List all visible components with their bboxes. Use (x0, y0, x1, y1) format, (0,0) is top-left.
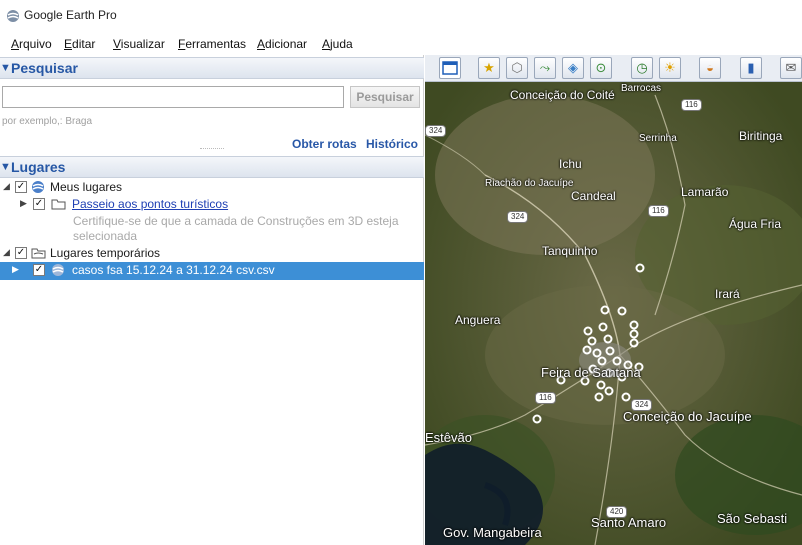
tree-item-label: Meus lugares (50, 180, 123, 194)
map-label-estevao: Estêvão (425, 430, 472, 445)
panel-resize-grip[interactable] (200, 148, 224, 149)
csv-layer-icon (52, 264, 64, 276)
email-button[interactable]: ✉ (780, 57, 802, 79)
road-shield: 324 (507, 211, 529, 223)
checkbox[interactable]: ✓ (33, 264, 45, 276)
map-label-biritinga: Biritinga (739, 129, 783, 143)
tree-item-my-places[interactable]: ◢ ✓ Meus lugares (0, 179, 424, 196)
search-section-title: Pesquisar (11, 60, 78, 76)
menu-editar[interactable]: Editar (64, 37, 95, 51)
map-label-conceicao-jacuipe: Conceição do Jacuípe (623, 409, 752, 424)
checkbox[interactable]: ✓ (33, 198, 45, 210)
historical-imagery-button[interactable]: ◷ (631, 57, 653, 79)
add-path-button[interactable]: ⤳ (534, 57, 556, 79)
places-section-title: Lugares (11, 159, 66, 175)
map-label-ichu: Ichu (559, 157, 582, 171)
menu-arquivo[interactable]: Arquivo (11, 37, 52, 51)
sun-icon: ☀ (664, 60, 676, 75)
menu-visualizar[interactable]: Visualizar (113, 37, 165, 51)
directions-link[interactable]: Obter rotas (292, 137, 357, 151)
sidebar-panel: ▼ Pesquisar Pesquisar por exemplo,: Brag… (0, 55, 424, 545)
menu-adicionar[interactable]: Adicionar (257, 37, 307, 51)
planets-button[interactable]: ◒ (699, 57, 721, 79)
expand-arrow-icon[interactable]: ▶ (20, 198, 27, 209)
road-shield: 420 (606, 506, 628, 518)
search-input[interactable] (2, 86, 344, 108)
map-label-irara: Irará (715, 287, 740, 301)
image-overlay-icon: ◈ (568, 60, 578, 75)
folder-icon (51, 199, 66, 210)
expand-arrow-icon[interactable]: ◢ (3, 247, 10, 258)
map-label-tanquinho: Tanquinho (542, 244, 598, 258)
menu-bar: Arquivo Editar Visualizar Ferramentas Ad… (0, 34, 802, 54)
add-placemark-button[interactable]: ★ (478, 57, 500, 79)
map-label-feira: Feira de Santana (541, 365, 641, 380)
placemark-icon: ★ (483, 60, 495, 75)
search-section-header[interactable]: ▼ Pesquisar (0, 57, 424, 79)
map-label-riachao: Riachão do Jacuípe (485, 178, 574, 189)
map-label-lamarao: Lamarão (681, 185, 729, 199)
ruler-button[interactable]: ▮ (740, 57, 762, 79)
record-tour-icon: ⊙ (595, 60, 607, 75)
tour-link[interactable]: Passeio aos pontos turísticos (72, 197, 228, 211)
collapse-triangle-icon: ▼ (0, 161, 11, 173)
sunlight-button[interactable]: ☀ (659, 57, 681, 79)
map-view[interactable]: Conceição do Coité Barrocas Serrinha Bir… (425, 55, 802, 545)
tree-item-label: casos fsa 15.12.24 a 31.12.24 csv.csv (72, 263, 275, 277)
menu-ferramentas[interactable]: Ferramentas (178, 37, 246, 51)
tree-item-csv-file[interactable]: ▶ ✓ casos fsa 15.12.24 a 31.12.24 csv.cs… (0, 262, 424, 280)
folder-globe-icon (31, 248, 46, 259)
map-label-santo-amaro: Santo Amaro (591, 515, 667, 530)
map-label-sao-sebastiao: São Sebasti (717, 511, 788, 526)
road-shield: 116 (648, 205, 669, 217)
tour-note-line2: selecionada (73, 229, 138, 243)
road-shield: 324 (631, 399, 653, 411)
map-label-candeal: Candeal (571, 189, 616, 203)
sidebar-toggle-button[interactable] (439, 57, 461, 79)
road-shield: 324 (425, 125, 447, 137)
map-label-agua-fria: Água Fria (729, 217, 782, 231)
collapse-triangle-icon: ▼ (0, 62, 11, 74)
window-title: Google Earth Pro (24, 8, 117, 22)
google-earth-icon (7, 10, 19, 22)
map-toolbar: ★ ⬡ ⤳ ◈ ⊙ ◷ ☀ ◒ ▮ ✉ (425, 55, 802, 82)
path-icon: ⤳ (539, 60, 551, 75)
map-label-conceicao-coite: Conceição do Coité (510, 88, 615, 102)
map-label-gov-mangabeira: Gov. Mangabeira (443, 525, 542, 540)
search-button[interactable]: Pesquisar (350, 86, 420, 108)
clock-icon: ◷ (636, 60, 648, 75)
search-hint: por exemplo,: Braga (2, 116, 93, 127)
add-polygon-button[interactable]: ⬡ (506, 57, 528, 79)
record-tour-button[interactable]: ⊙ (590, 57, 612, 79)
ruler-icon: ▮ (747, 60, 755, 75)
menu-ajuda[interactable]: Ajuda (322, 37, 353, 51)
map-label-anguera: Anguera (455, 313, 501, 327)
tree-item-tour[interactable]: ▶ ✓ Passeio aos pontos turísticos (0, 196, 424, 213)
tour-note: selecionada (0, 228, 424, 245)
expand-arrow-icon[interactable]: ▶ (12, 264, 19, 275)
add-overlay-button[interactable]: ◈ (562, 57, 584, 79)
expand-arrow-icon[interactable]: ◢ (3, 181, 10, 192)
checkbox[interactable]: ✓ (15, 181, 27, 193)
polygon-icon: ⬡ (511, 60, 523, 75)
planet-icon: ◒ (706, 60, 714, 75)
checkbox[interactable]: ✓ (15, 247, 27, 259)
sidebar-icon (442, 61, 458, 75)
tour-note-line1: Certifique-se de que a camada de Constru… (73, 214, 399, 228)
tree-item-label: Lugares temporários (50, 246, 161, 260)
envelope-icon: ✉ (785, 60, 797, 75)
road-shield: 116 (535, 392, 556, 404)
road-shield: 116 (681, 99, 702, 111)
places-section-header[interactable]: ▼ Lugares (0, 156, 424, 178)
tree-item-temp-places[interactable]: ◢ ✓ Lugares temporários (0, 245, 424, 262)
places-globe-icon (32, 181, 44, 193)
title-bar: Google Earth Pro (0, 0, 802, 34)
map-label-barrocas: Barrocas (621, 83, 662, 94)
map-label-serrinha: Serrinha (639, 133, 677, 144)
history-link[interactable]: Histórico (366, 137, 418, 151)
